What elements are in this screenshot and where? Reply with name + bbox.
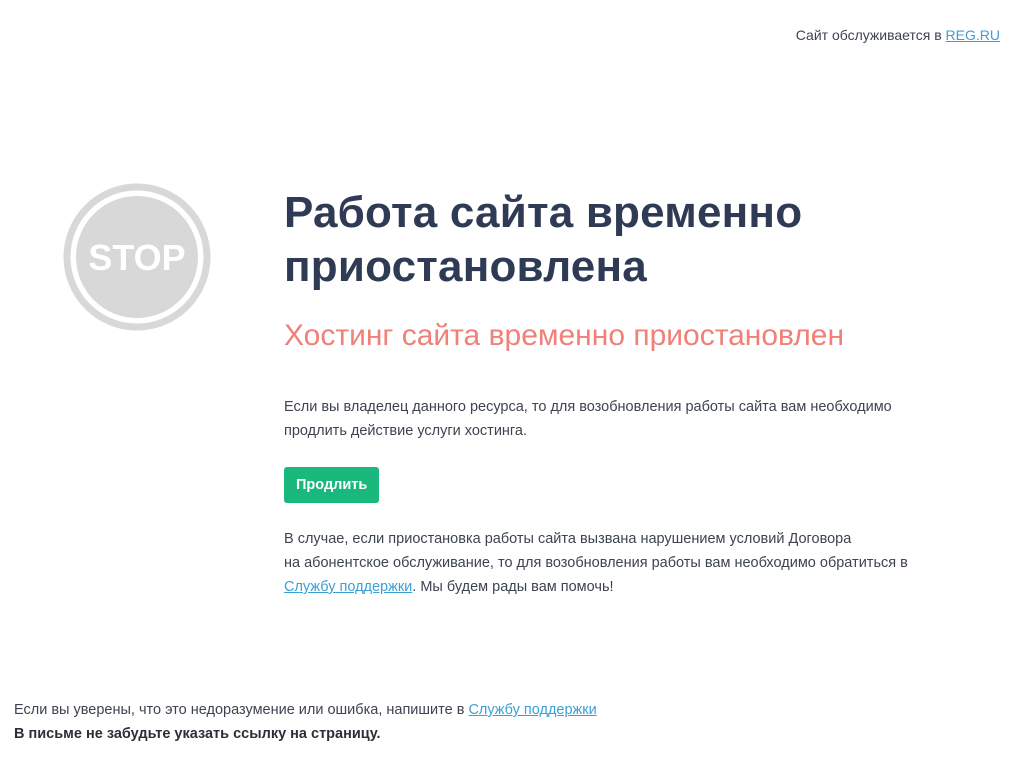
support-link[interactable]: Службу поддержки [284, 579, 412, 595]
regru-link[interactable]: REG.RU [946, 27, 1000, 43]
page-subtitle: Хостинг сайта временно приостановлен [284, 319, 845, 352]
footer-mistake-text: Если вы уверены, что это недоразумение и… [14, 702, 465, 718]
page-title-line-1: Работа сайта временно [284, 188, 803, 237]
main-content: Работа сайта временно приостановлена Хос… [284, 186, 984, 599]
hosting-provider-text: Сайт обслуживается в [795, 27, 942, 43]
owner-instructions-line-1: Если вы владелец данного ресурса, то для… [284, 399, 892, 415]
violation-notice-line-2: на абонентское обслуживание, то для возо… [284, 555, 908, 571]
footer-reminder: В письме не забудьте указать ссылку на с… [14, 726, 381, 742]
page-title: Работа сайта временно приостановлена [284, 186, 984, 294]
footer-support-link[interactable]: Службу поддержки [468, 702, 596, 718]
owner-instructions-line-2: продлить действие услуги хостинга. [284, 423, 527, 439]
page-title-line-2: приостановлена [284, 242, 647, 291]
renew-button[interactable]: Продлить [284, 467, 380, 503]
stop-sign-icon: STOP [62, 182, 212, 332]
stop-sign-text: STOP [88, 237, 185, 278]
owner-instructions: Если вы владелец данного ресурса, то для… [284, 395, 924, 443]
hosting-provider-note: Сайт обслуживается в REG.RU [796, 27, 1000, 43]
violation-notice: В случае, если приостановка работы сайта… [284, 527, 944, 599]
violation-notice-line-1: В случае, если приостановка работы сайта… [284, 531, 852, 547]
violation-notice-tail: . Мы будем рады вам помочь! [412, 579, 614, 595]
footer-note: Если вы уверены, что это недоразумение и… [14, 698, 597, 746]
